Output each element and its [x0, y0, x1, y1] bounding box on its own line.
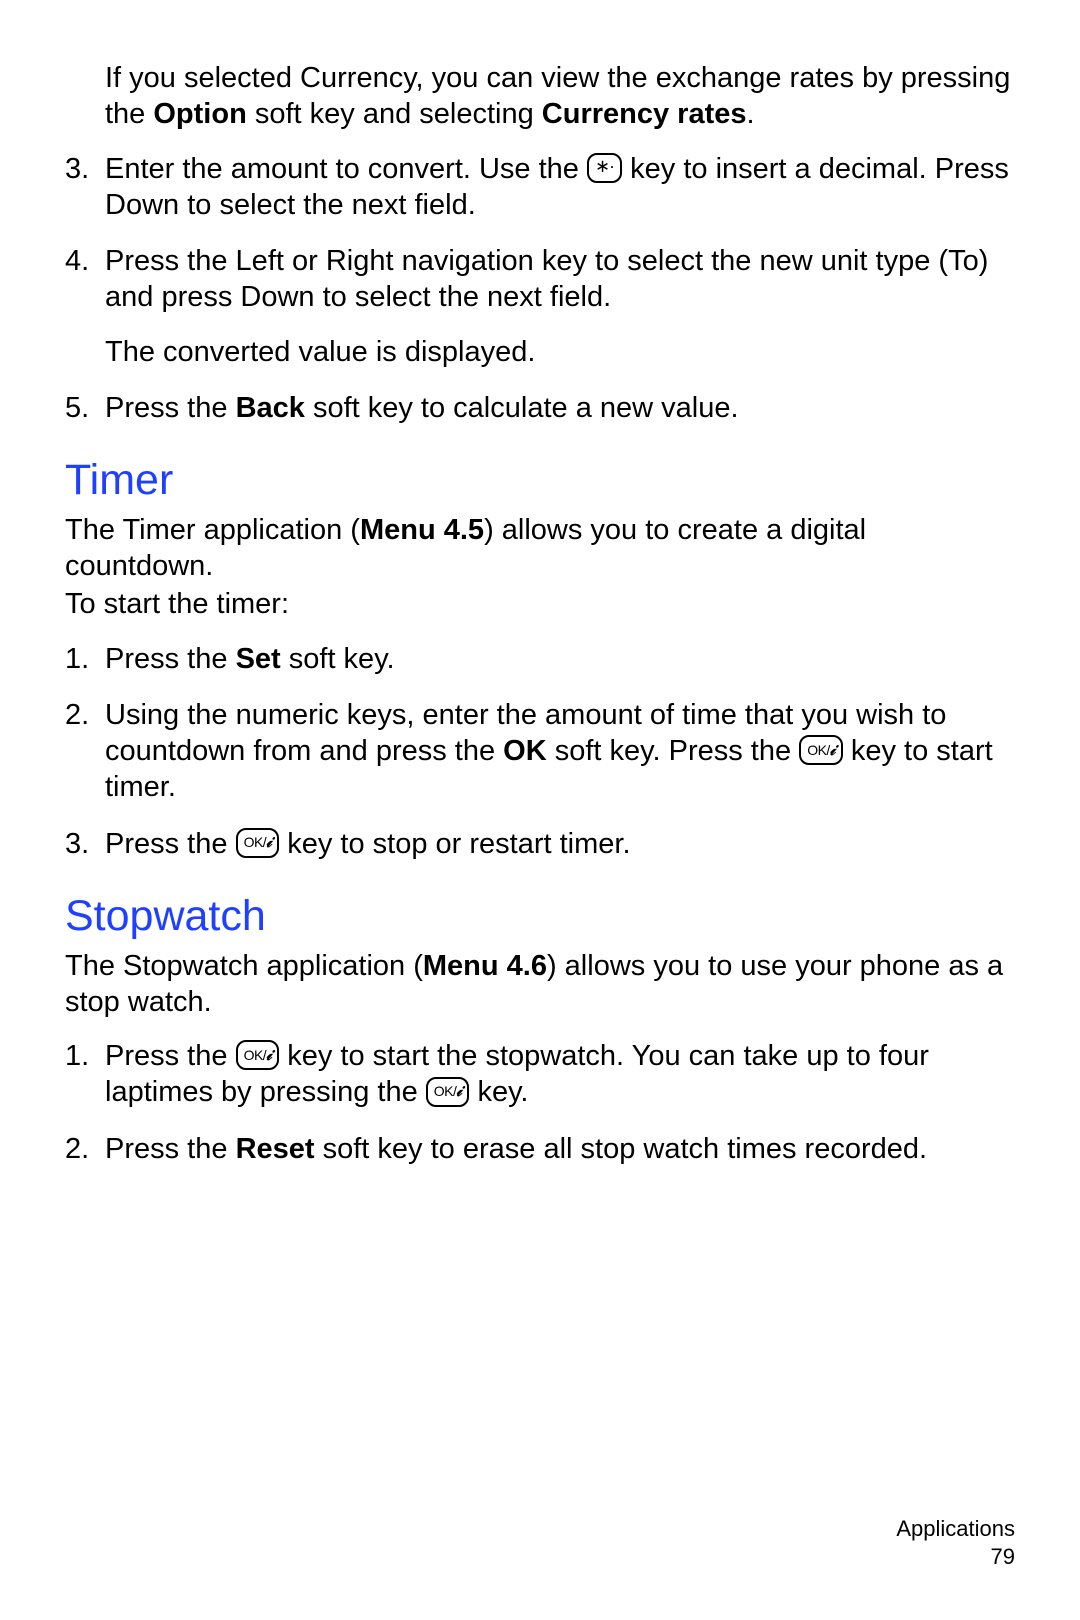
text: The converted value is displayed. [105, 334, 1015, 370]
currency-note: If you selected Currency, you can view t… [105, 60, 1015, 133]
step-number: 1. [65, 641, 105, 677]
text-bold: Back [236, 392, 305, 424]
page-footer: Applications 79 [896, 1515, 1015, 1572]
ok-key-icon [236, 828, 280, 858]
text: soft key and selecting [247, 98, 542, 130]
stopwatch-intro: The Stopwatch application (Menu 4.6) all… [65, 948, 1015, 1021]
footer-page-number: 79 [896, 1543, 1015, 1572]
text-bold: Option [153, 98, 246, 130]
text: Press the [105, 1133, 236, 1165]
text: . [747, 98, 755, 130]
timer-step-1: 1. Press the Set soft key. [65, 641, 1015, 677]
step-4: 4. Press the Left or Right navigation ke… [65, 243, 1015, 370]
text-bold: OK [503, 735, 547, 767]
text-bold: Reset [236, 1133, 315, 1165]
timer-heading: Timer [65, 454, 1015, 508]
timer-start: To start the timer: [65, 586, 1015, 622]
step-number: 4. [65, 243, 105, 370]
step-5: 5. Press the Back soft key to calculate … [65, 390, 1015, 426]
step-number: 5. [65, 390, 105, 426]
text: Press the [105, 392, 236, 424]
text-bold: Menu 4.6 [423, 950, 547, 982]
timer-step-3: 3. Press the key to stop or restart time… [65, 826, 1015, 862]
text: The Timer application ( [65, 514, 360, 546]
timer-intro: The Timer application (Menu 4.5) allows … [65, 512, 1015, 585]
text: key. [477, 1076, 528, 1108]
text: The Stopwatch application ( [65, 950, 423, 982]
text: soft key. [281, 643, 395, 675]
step-3: 3. Enter the amount to convert. Use the … [65, 151, 1015, 224]
ok-key-icon [799, 735, 843, 765]
ok-key-icon [426, 1077, 470, 1107]
text: soft key to calculate a new value. [305, 392, 739, 424]
text: soft key to erase all stop watch times r… [315, 1133, 928, 1165]
page: If you selected Currency, you can view t… [0, 0, 1080, 1620]
text: Press the Left or Right navigation key t… [105, 243, 1015, 316]
text: Press the [105, 1040, 236, 1072]
step-number: 3. [65, 826, 105, 862]
text: soft key. Press the [547, 735, 800, 767]
footer-section: Applications [896, 1515, 1015, 1544]
stopwatch-step-1: 1. Press the key to start the stopwatch.… [65, 1038, 1015, 1111]
text-bold: Set [236, 643, 281, 675]
text: key to stop or restart timer. [287, 828, 630, 860]
step-number: 2. [65, 1131, 105, 1167]
step-number: 2. [65, 697, 105, 806]
stopwatch-heading: Stopwatch [65, 890, 1015, 944]
text-bold: Currency rates [542, 98, 747, 130]
text: Press the [105, 828, 236, 860]
stopwatch-step-2: 2. Press the Reset soft key to erase all… [65, 1131, 1015, 1167]
ok-key-icon [236, 1040, 280, 1070]
star-key-icon [587, 153, 622, 183]
step-number: 3. [65, 151, 105, 224]
step-number: 1. [65, 1038, 105, 1111]
text: Press the [105, 643, 236, 675]
text: Enter the amount to convert. Use the [105, 153, 587, 185]
text-bold: Menu 4.5 [360, 514, 484, 546]
timer-step-2: 2. Using the numeric keys, enter the amo… [65, 697, 1015, 806]
